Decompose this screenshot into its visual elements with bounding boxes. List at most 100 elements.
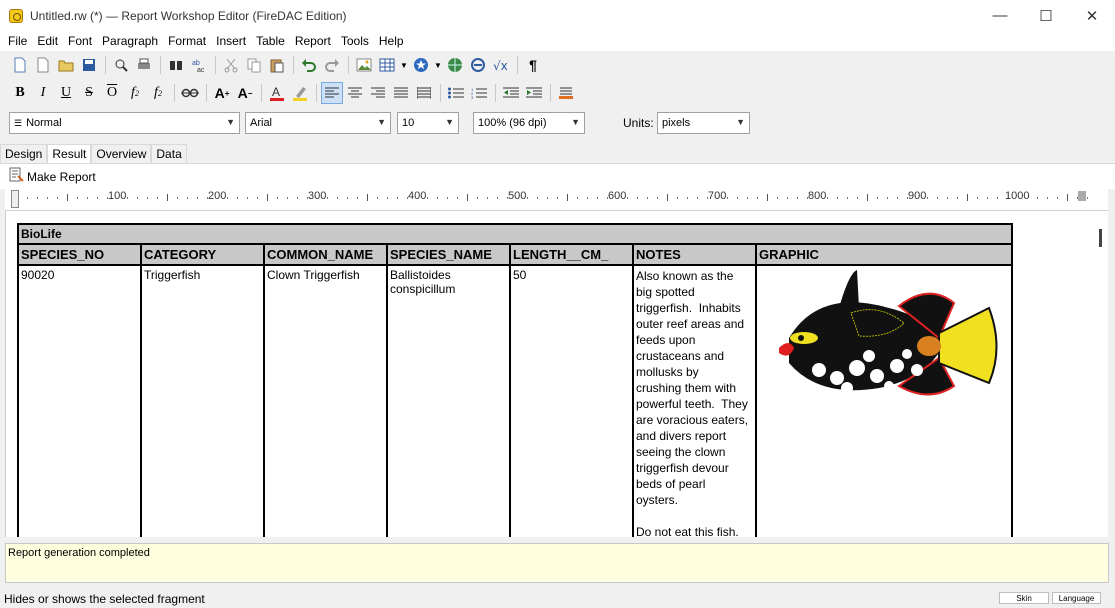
maximize-button[interactable]: ☐ [1023, 0, 1069, 31]
skin-button[interactable]: Skin [999, 592, 1049, 604]
decrease-indent-icon[interactable] [500, 82, 522, 104]
zoom-combo[interactable]: 100% (96 dpi) ▼ [473, 112, 585, 134]
page-break-icon[interactable] [467, 54, 489, 76]
ruler-tick [647, 197, 648, 199]
redo-icon[interactable] [321, 54, 343, 76]
new-from-template-icon[interactable] [32, 54, 54, 76]
menu-edit[interactable]: Edit [32, 34, 63, 48]
subscript-icon[interactable]: f2 [124, 82, 146, 104]
distribute-icon[interactable] [413, 82, 435, 104]
find-icon[interactable] [165, 54, 187, 76]
insert-picture-icon[interactable] [353, 54, 375, 76]
table-dropdown-icon[interactable]: ▼ [399, 54, 409, 76]
svg-text:√x: √x [493, 59, 508, 73]
ruler-label: 200 [208, 190, 227, 202]
show-special-chars-icon[interactable]: ¶ [522, 54, 544, 76]
style-combo[interactable]: ☰ Normal ▼ [9, 112, 240, 134]
justify-icon[interactable] [390, 82, 412, 104]
font-size-combo[interactable]: 10 ▼ [397, 112, 459, 134]
print-preview-icon[interactable] [110, 54, 132, 76]
menu-file[interactable]: File [3, 34, 32, 48]
numbering-icon[interactable]: 123 [468, 82, 490, 104]
replace-icon[interactable]: ab ac [188, 54, 210, 76]
ruler-right-margin-marker[interactable] [1078, 191, 1086, 201]
menu-insert[interactable]: Insert [211, 34, 251, 48]
highlight-icon[interactable] [289, 82, 311, 104]
ruler-tick [77, 197, 78, 199]
strikeout-icon[interactable]: S [78, 82, 100, 104]
undo-icon[interactable] [298, 54, 320, 76]
new-document-icon[interactable] [9, 54, 31, 76]
ruler-tick [1037, 197, 1038, 199]
scrollbar-thumb[interactable] [1099, 229, 1102, 247]
shrink-font-icon[interactable]: A − [234, 82, 256, 104]
ruler-tick [57, 197, 58, 199]
text-color-icon[interactable]: A [266, 82, 288, 104]
paragraph-border-icon[interactable] [555, 82, 577, 104]
paragraph-style-icon: ☰ [14, 117, 23, 128]
open-folder-icon[interactable] [55, 54, 77, 76]
ruler-tick [867, 194, 868, 201]
report-title: BioLife [17, 223, 1013, 245]
underline-icon[interactable]: U [55, 82, 77, 104]
menu-report[interactable]: Report [290, 34, 336, 48]
symbol-dropdown-icon[interactable]: ▼ [433, 54, 443, 76]
horizontal-ruler[interactable]: 100 200 300 400 500 600 700 800 900 1000 [5, 189, 1108, 211]
align-center-icon[interactable] [344, 82, 366, 104]
equation-icon[interactable]: √x [490, 54, 512, 76]
insert-table-icon[interactable] [376, 54, 398, 76]
bold-icon[interactable]: B [9, 82, 31, 104]
tab-data[interactable]: Data [151, 144, 187, 163]
minimize-button[interactable]: — [977, 0, 1023, 31]
ruler-tick [47, 197, 48, 199]
menu-tools[interactable]: Tools [336, 34, 374, 48]
ruler-tick [167, 194, 168, 201]
ruler-tick [127, 197, 128, 199]
italic-icon[interactable]: I [32, 82, 54, 104]
menu-help[interactable]: Help [374, 34, 409, 48]
language-button[interactable]: Language [1052, 592, 1101, 604]
report-table: BioLife SPECIES_NO CATEGORY COMMON_NAME … [17, 223, 1013, 537]
menu-table[interactable]: Table [251, 34, 290, 48]
units-combo[interactable]: pixels ▼ [657, 112, 750, 134]
ruler-tick [547, 197, 548, 199]
increase-indent-icon[interactable] [523, 82, 545, 104]
menu-font[interactable]: Font [63, 34, 97, 48]
paste-icon[interactable] [266, 54, 288, 76]
ruler-tick [757, 197, 758, 199]
font-combo[interactable]: Arial ▼ [245, 112, 391, 134]
bullets-icon[interactable] [445, 82, 467, 104]
insert-symbol-icon[interactable] [410, 54, 432, 76]
align-left-icon[interactable] [321, 82, 343, 104]
tab-overview[interactable]: Overview [91, 144, 152, 163]
vertical-scrollbar[interactable] [1094, 211, 1108, 537]
make-report-button[interactable]: Make Report [8, 167, 96, 186]
title-bar: Untitled.rw (*) — Report Workshop Editor… [0, 0, 1115, 31]
tab-design[interactable]: Design [0, 144, 48, 163]
tab-result[interactable]: Result [47, 144, 92, 164]
hidden-text-icon[interactable] [179, 82, 201, 104]
grow-font-icon[interactable]: A + [211, 82, 233, 104]
align-right-icon[interactable] [367, 82, 389, 104]
ruler-left-indent-marker[interactable] [11, 190, 19, 208]
ruler-tick [397, 197, 398, 199]
copy-icon[interactable] [243, 54, 265, 76]
ruler-tick [797, 197, 798, 199]
cut-icon[interactable] [220, 54, 242, 76]
menu-paragraph[interactable]: Paragraph [97, 34, 163, 48]
ruler-label: 400 [408, 190, 427, 202]
superscript-icon[interactable]: f2 [147, 82, 169, 104]
save-icon[interactable] [78, 54, 100, 76]
ruler-tick [327, 197, 328, 199]
ruler-tick [197, 197, 198, 199]
chevron-down-icon: ▼ [377, 117, 386, 127]
print-icon[interactable] [133, 54, 155, 76]
ruler-tick [467, 194, 468, 201]
overline-icon[interactable]: O [101, 82, 123, 104]
report-result-view[interactable]: BioLife SPECIES_NO CATEGORY COMMON_NAME … [5, 211, 1108, 537]
hyperlink-icon[interactable] [444, 54, 466, 76]
ruler-tick [877, 197, 878, 199]
menu-format[interactable]: Format [163, 34, 211, 48]
close-button[interactable]: ✕ [1069, 0, 1115, 31]
ruler-tick [367, 194, 368, 201]
